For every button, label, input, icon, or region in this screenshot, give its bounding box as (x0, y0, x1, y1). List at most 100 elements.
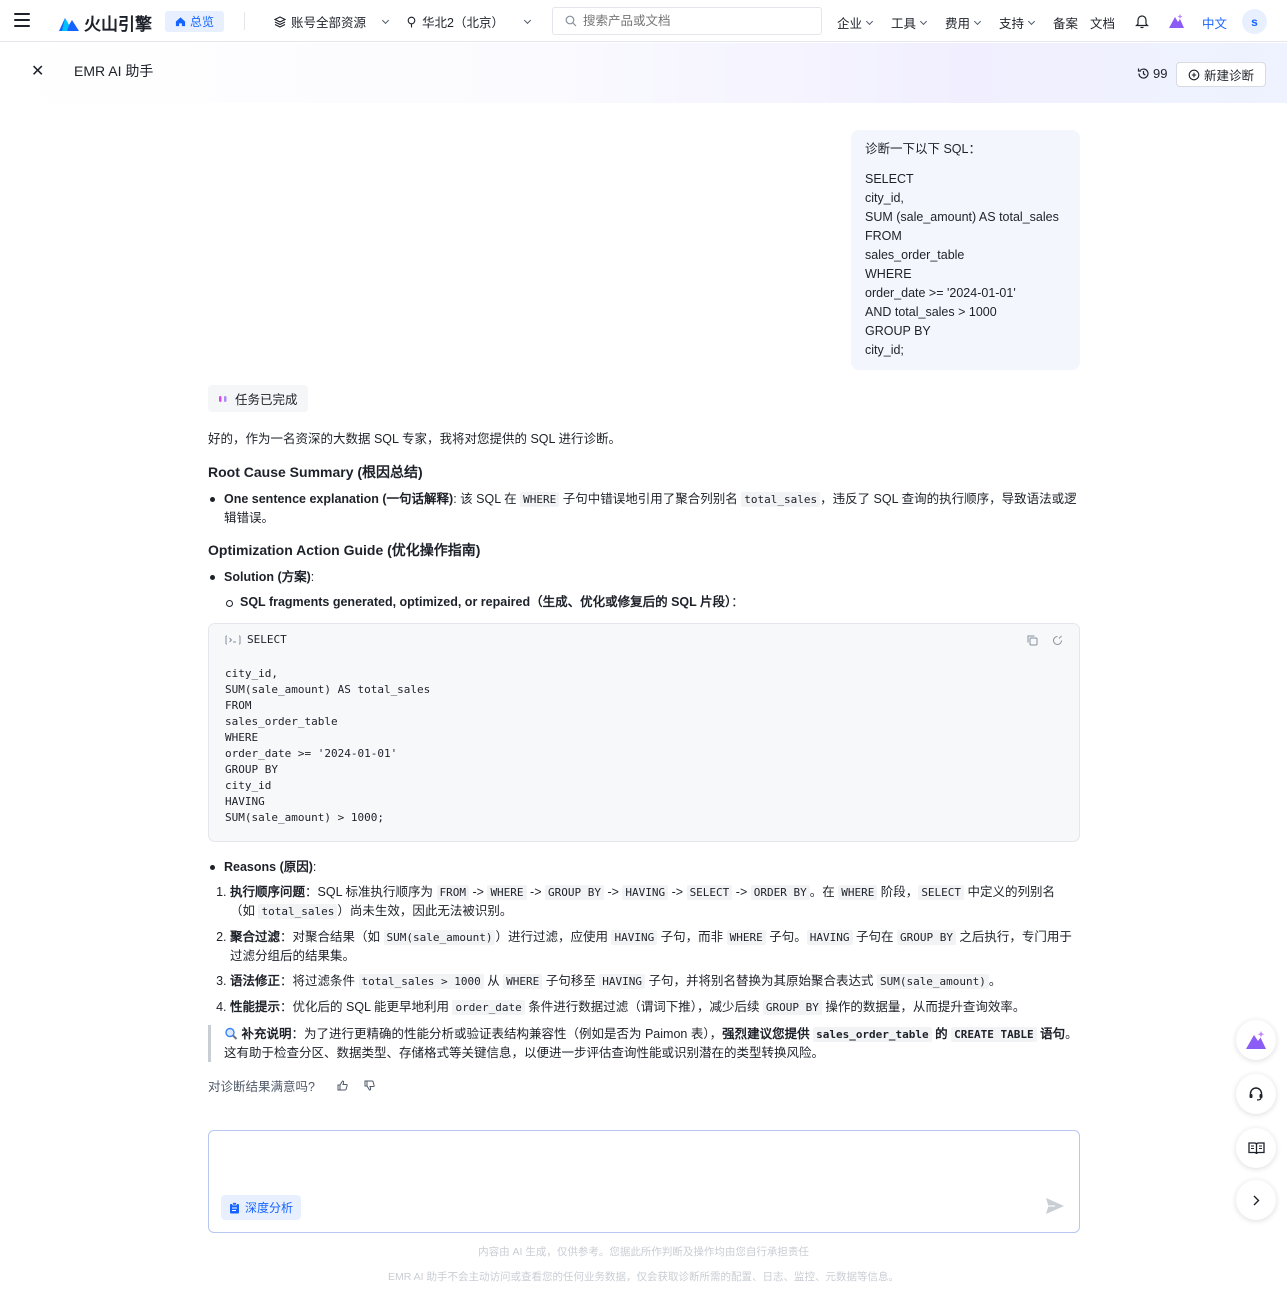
ai-float-button[interactable] (1236, 1020, 1276, 1060)
inline-code: GROUP BY (896, 930, 956, 945)
user-question: 诊断一下以下 SQL： (865, 142, 981, 156)
text: -> (526, 885, 545, 899)
copy-icon[interactable] (1027, 635, 1038, 646)
nav-docs[interactable]: 文档 (1090, 13, 1115, 32)
assistant-header (0, 43, 1287, 103)
nav-divider (244, 12, 245, 30)
inline-code: WHERE (487, 885, 527, 900)
page-title: EMR AI 助手 (74, 63, 154, 79)
search-icon (565, 15, 577, 27)
ai-assistant-icon[interactable] (1168, 13, 1185, 29)
layers-icon (274, 15, 286, 28)
text: 从 (483, 974, 504, 988)
inline-code: WHERE (520, 492, 560, 507)
inline-code: sales_order_table (813, 1027, 932, 1042)
solution-label: Solution (方案) (224, 570, 311, 584)
inline-code: order_date (452, 1000, 525, 1015)
language-label: 中文 (1202, 17, 1228, 31)
region-selector[interactable]: 华北2（北京） (406, 12, 531, 31)
list-item: 语法修正：将过滤条件 total_sales > 1000 从 WHERE 子句… (230, 972, 1080, 991)
nav-billing-label: 费用 (945, 17, 971, 31)
list-item: SQL fragments generated, optimized, or r… (208, 593, 1080, 611)
text: -> (668, 885, 687, 899)
sql-line: sales_order_table (865, 248, 965, 262)
collapse-button[interactable] (1236, 1180, 1276, 1220)
chat-plus-icon (1188, 69, 1200, 80)
bell-icon[interactable] (1135, 14, 1149, 29)
headset-icon (1249, 1087, 1263, 1101)
sql-line: order_date >= '2024-01-01' (865, 286, 1016, 300)
sql-line: FROM (865, 229, 902, 243)
account-selector[interactable]: 账号全部资源 (274, 12, 390, 31)
sql-line: GROUP BY (865, 324, 931, 338)
new-diagnosis-button[interactable]: 新建诊断 (1176, 62, 1266, 87)
deep-analysis-toggle[interactable]: 深度分析 (221, 1195, 302, 1220)
region-label: 华北2（北京） (422, 16, 504, 30)
nav-filing-label: 备案 (1053, 17, 1079, 31)
chevron-down-icon (381, 16, 390, 24)
inline-code: total_sales (741, 492, 821, 507)
chevron-down-icon (865, 17, 874, 25)
sql-line: WHERE (865, 267, 912, 281)
nav-billing[interactable]: 费用 (945, 13, 982, 32)
task-status-badge[interactable]: 任务已完成 (208, 385, 308, 412)
book-icon (1247, 1142, 1265, 1155)
reason-title: 语法修正 (230, 974, 281, 988)
text: ：为了进行更精确的性能分析或验证表结构兼容性（例如是否为 Paimon 表）， (291, 1027, 723, 1041)
thumbs-down-icon[interactable] (364, 1080, 375, 1091)
chat-input[interactable] (219, 1139, 1069, 1189)
chevron-right-icon (1253, 1195, 1260, 1205)
customer-service-button[interactable] (1236, 1074, 1276, 1114)
user-message: 诊断一下以下 SQL： SELECT city_id, SUM (sale_am… (851, 130, 1080, 370)
avatar[interactable]: s (1242, 9, 1267, 34)
list-item: Reasons (原因): (208, 858, 1080, 876)
reason-title: 聚合过滤 (230, 930, 281, 944)
inline-code: HAVING (806, 930, 853, 945)
apply-icon[interactable] (1052, 635, 1063, 646)
magnifier-icon (225, 1027, 238, 1040)
history-button[interactable]: 99 (1137, 66, 1167, 81)
search-box[interactable] (552, 7, 822, 35)
close-icon[interactable]: ✕ (31, 61, 44, 81)
code-block-header: SELECT (209, 624, 1079, 656)
text: ：优化后的 SQL 能更早地利用 (280, 1000, 453, 1014)
answer-intro: 好的，作为一名资深的大数据 SQL 专家，我将对您提供的 SQL 进行诊断。 (208, 432, 621, 446)
reasons-list: 执行顺序问题：SQL 标准执行顺序为 FROM -> WHERE -> GROU… (208, 883, 1080, 1017)
inline-code: HAVING (611, 930, 658, 945)
text: 强烈建议您提供 (722, 1027, 814, 1041)
list-item: Solution (方案): (208, 568, 1080, 586)
list-item: One sentence explanation (一句话解释): 该 SQL … (208, 490, 1080, 527)
send-icon[interactable] (1045, 1197, 1065, 1215)
inline-code: total_sales > 1000 (358, 974, 484, 989)
home-button[interactable]: 总览 (165, 11, 225, 32)
nav-filing[interactable]: 备案 (1053, 13, 1078, 32)
chevron-down-icon (1027, 17, 1036, 25)
nav-support[interactable]: 支持 (999, 13, 1036, 32)
inline-code: GROUP BY (762, 1000, 822, 1015)
chevron-down-icon (973, 17, 982, 25)
text: -> (732, 885, 751, 899)
inline-code: GROUP BY (544, 885, 604, 900)
code-first-line: SELECT (247, 633, 287, 646)
search-input[interactable] (583, 14, 803, 28)
one-sentence-label: One sentence explanation (一句话解释) (224, 492, 454, 506)
text: 的 (931, 1027, 952, 1041)
menu-icon[interactable] (14, 13, 30, 27)
feedback-row: 对诊断结果满意吗? (208, 1076, 375, 1095)
nav-tools-label: 工具 (891, 17, 917, 31)
nav-enterprise[interactable]: 企业 (837, 13, 874, 32)
language-switch[interactable]: 中文 (1202, 13, 1227, 32)
thumbs-up-icon[interactable] (337, 1080, 348, 1091)
text: 子句中错误地引用了聚合列别名 (559, 492, 742, 506)
inline-code: HAVING (599, 974, 645, 989)
inline-code: FROM (436, 885, 470, 900)
text: 子句移至 (542, 974, 600, 988)
documentation-button[interactable] (1236, 1128, 1276, 1168)
text: 条件进行数据过滤（谓词下推），减少后续 (524, 1000, 763, 1014)
brand-logo[interactable]: 火山引擎 (58, 10, 152, 35)
fragments-label: SQL fragments generated, optimized, or r… (240, 595, 732, 609)
nav-tools[interactable]: 工具 (891, 13, 928, 32)
inline-code: SUM(sale_amount) (383, 930, 496, 945)
nav-docs-label: 文档 (1090, 17, 1116, 31)
text: -> (469, 885, 488, 899)
